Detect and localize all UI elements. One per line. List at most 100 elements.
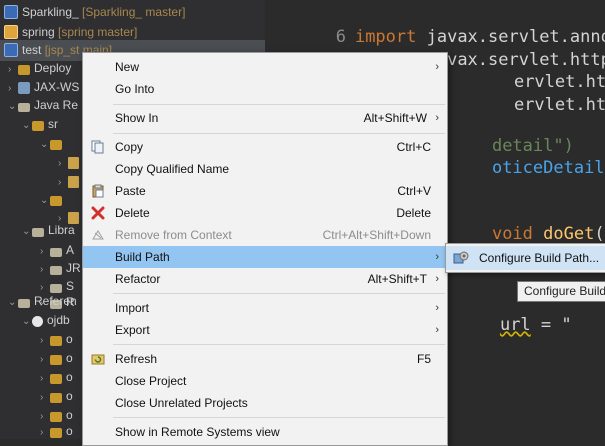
library-icon	[18, 103, 30, 112]
menu-separator	[113, 344, 445, 345]
menu-item-copy-qualified-name[interactable]: Copy Qualified Name	[83, 158, 447, 180]
code-line: ervlet.http.Http	[473, 49, 605, 92]
java-file-icon	[68, 176, 79, 188]
tree-item-label: o	[66, 332, 73, 346]
package-icon	[50, 393, 62, 403]
code-variable: url	[499, 315, 531, 335]
submenu-arrow-icon: ›	[435, 61, 439, 73]
paste-icon	[92, 184, 104, 198]
menu-item-label: Export	[115, 323, 150, 337]
code-line: void doGet(Http	[451, 201, 605, 244]
code-keyword: void	[491, 224, 533, 244]
tree-item-src[interactable]: ⌄ sr	[22, 114, 58, 135]
menu-item-refactor[interactable]: Refactor Alt+Shift+T ›	[83, 268, 447, 290]
tree-item-class[interactable]: ›	[58, 152, 83, 173]
tree-item-libraries[interactable]: ⌄ Libra	[22, 220, 75, 241]
menu-shortcut: Delete	[396, 206, 431, 220]
menu-item-label: Paste	[115, 184, 146, 198]
tree-item-class-package[interactable]: › o	[40, 367, 73, 388]
tree-item-label: test	[22, 43, 42, 57]
tree-item-class-package[interactable]: › o	[40, 329, 73, 350]
menu-item-show-in[interactable]: Show In Alt+Shift+W ›	[83, 107, 447, 129]
tree-item-referenced[interactable]: ⌄ Referen	[8, 291, 77, 312]
tree-item-class-package[interactable]: › o	[40, 348, 73, 369]
chevron-down-icon[interactable]: ⌄	[40, 134, 50, 155]
menu-item-build-path[interactable]: Build Path ›	[83, 246, 447, 268]
tree-item-ojdbc[interactable]: ⌄ ojdb	[22, 310, 70, 331]
code-text: ervlet.http.Http	[513, 95, 605, 115]
submenu-arrow-icon: ›	[435, 112, 439, 124]
menu-shortcut: Ctrl+V	[397, 184, 431, 198]
code-line: detail")	[451, 113, 574, 156]
menu-item-import[interactable]: Import ›	[83, 297, 447, 319]
folder-icon	[18, 65, 30, 75]
chevron-down-icon[interactable]: ⌄	[40, 190, 50, 211]
menu-item-label: Show in Remote Systems view	[115, 425, 280, 439]
chevron-down-icon[interactable]: ⌄	[22, 221, 32, 242]
library-icon	[18, 299, 30, 308]
code-text: = "	[530, 315, 572, 335]
code-text: (Http	[594, 224, 605, 244]
tree-item-label: o	[66, 351, 73, 365]
chevron-down-icon[interactable]: ⌄	[8, 292, 18, 313]
menu-item-configure-build-path[interactable]: Configure Build Path...	[446, 246, 605, 270]
library-icon	[50, 248, 62, 257]
project-icon	[4, 25, 18, 39]
menu-item-label: Go Into	[115, 82, 155, 96]
menu-separator	[113, 133, 445, 134]
tree-item-java-resources[interactable]: ⌄ Java Re	[8, 95, 78, 116]
build-path-submenu: Configure Build Path...	[445, 243, 605, 273]
service-icon	[18, 82, 30, 94]
project-icon	[4, 5, 18, 19]
menu-shortcut: Ctrl+Alt+Shift+Down	[322, 228, 431, 242]
copy-icon	[91, 140, 104, 154]
menu-item-remove-from-context[interactable]: Remove from Context Ctrl+Alt+Shift+Down	[83, 224, 447, 246]
menu-item-label: Delete	[115, 206, 150, 220]
chevron-right-icon[interactable]: ›	[40, 422, 50, 439]
menu-separator	[113, 417, 445, 418]
menu-item-delete[interactable]: Delete Delete	[83, 202, 447, 224]
package-icon	[50, 336, 62, 346]
menu-shortcut: F5	[416, 352, 431, 366]
tree-item-label: Deploy	[34, 61, 72, 75]
tree-item-class-package[interactable]: › o	[40, 421, 73, 439]
menu-item-close-project[interactable]: Close Project	[83, 370, 447, 392]
tooltip: Configure Build	[517, 281, 605, 302]
menu-item-go-into[interactable]: Go Into	[83, 78, 447, 100]
java-file-icon	[68, 157, 79, 169]
chevron-down-icon[interactable]: ⌄	[22, 311, 32, 332]
library-icon	[32, 228, 44, 237]
menu-item-show-in-remote-systems[interactable]: Show in Remote Systems view	[83, 421, 447, 443]
submenu-arrow-icon: ›	[435, 273, 439, 285]
tree-item-deploy[interactable]: › Deploy	[8, 58, 71, 79]
delete-icon	[91, 206, 105, 220]
tree-item-class-package[interactable]: › o	[40, 386, 73, 407]
menu-item-new[interactable]: New ›	[83, 56, 447, 78]
tree-item-label: ojdb	[47, 313, 70, 327]
git-branch-decoration: [spring master]	[58, 25, 138, 39]
package-icon	[50, 428, 62, 438]
package-icon	[50, 355, 62, 365]
code-annotation: oticeDetailCont	[491, 158, 605, 178]
menu-item-label: Copy	[115, 140, 144, 154]
menu-item-copy[interactable]: Copy Ctrl+C	[83, 136, 447, 158]
menu-item-paste[interactable]: Paste Ctrl+V	[83, 180, 447, 202]
menu-item-close-unrelated-projects[interactable]: Close Unrelated Projects	[83, 392, 447, 414]
menu-item-export[interactable]: Export ›	[83, 319, 447, 341]
chevron-down-icon[interactable]: ⌄	[8, 96, 18, 117]
jar-icon	[32, 316, 43, 327]
submenu-arrow-icon: ›	[435, 324, 439, 336]
tree-item-label: sr	[48, 117, 58, 131]
chevron-down-icon[interactable]: ⌄	[22, 115, 32, 136]
refresh-icon	[91, 354, 105, 365]
tree-item-label: Libra	[48, 223, 75, 237]
tree-item-label: A	[66, 243, 75, 257]
menu-item-label: Close Project	[115, 374, 187, 388]
menu-item-label: Refresh	[115, 352, 158, 366]
tree-item-sparkling[interactable]: Sparkling_ [Sparkling_ master]	[4, 2, 185, 23]
build-path-icon	[453, 251, 469, 264]
menu-shortcut: Alt+Shift+T	[367, 272, 427, 286]
menu-item-refresh[interactable]: Refresh F5	[83, 348, 447, 370]
tree-item-label: Sparkling_	[22, 5, 79, 19]
tree-item-package[interactable]: ⌄	[40, 133, 66, 154]
